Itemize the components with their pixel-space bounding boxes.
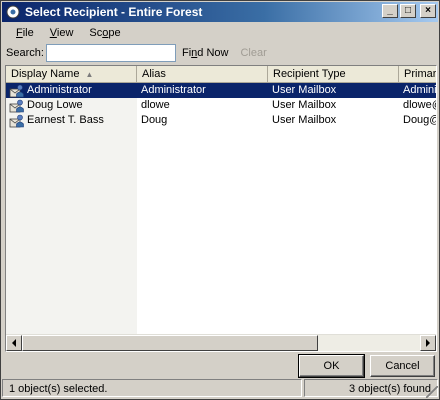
minimize-button[interactable]: _	[382, 4, 398, 18]
alias: dlowe	[141, 99, 170, 111]
scroll-left-button[interactable]	[6, 335, 22, 351]
window-title: Select Recipient - Entire Forest	[25, 5, 203, 19]
status-selected: 1 object(s) selected.	[2, 379, 302, 397]
close-button[interactable]: ×	[420, 4, 436, 18]
select-recipient-icon	[5, 4, 21, 20]
column-header-recipient-type[interactable]: Recipient Type	[268, 66, 399, 83]
menu-file[interactable]: File	[8, 27, 42, 39]
user-mailbox-icon	[9, 84, 24, 97]
status-bar: 1 object(s) selected. 3 object(s) found.	[2, 378, 438, 398]
scroll-track[interactable]	[22, 335, 420, 351]
sort-ascending-icon: ▲	[85, 70, 94, 79]
recipient-type: User Mailbox	[272, 114, 337, 126]
display-name: Administrator	[27, 84, 92, 96]
user-mailbox-icon	[9, 99, 24, 112]
alias: Administrator	[141, 84, 206, 96]
title-bar[interactable]: Select Recipient - Entire Forest _ □ ×	[2, 2, 438, 22]
recipient-list[interactable]: Display Name ▲ Alias Recipient Type Prima…	[5, 65, 437, 352]
recipient-type: User Mailbox	[272, 99, 337, 111]
clear-button[interactable]: Clear	[240, 47, 266, 59]
display-name: Earnest T. Bass	[27, 114, 104, 126]
find-now-button[interactable]: Find Now	[182, 47, 228, 59]
arrow-right-icon	[426, 339, 430, 347]
resize-grip-icon[interactable]	[426, 386, 438, 398]
list-row[interactable]: Administrator Administrator User Mailbox…	[6, 83, 437, 98]
column-header-alias[interactable]: Alias	[137, 66, 268, 83]
horizontal-scrollbar[interactable]	[6, 334, 436, 351]
menu-view[interactable]: View	[42, 27, 82, 39]
user-mailbox-icon	[9, 114, 24, 127]
list-rows: Administrator Administrator User Mailbox…	[6, 83, 437, 128]
recipient-type: User Mailbox	[272, 84, 337, 96]
search-input[interactable]	[46, 44, 176, 62]
cancel-button[interactable]: Cancel	[370, 355, 435, 377]
scroll-thumb[interactable]	[22, 335, 318, 351]
arrow-left-icon	[12, 339, 16, 347]
column-header-primary[interactable]: Primary	[399, 66, 436, 83]
list-header: Display Name ▲ Alias Recipient Type Prima…	[6, 66, 436, 83]
search-bar: Search: Find Now Clear	[2, 43, 438, 63]
primary-address: Doug@	[403, 114, 437, 126]
menu-bar: File View Scope	[2, 23, 438, 42]
column-header-display-name[interactable]: Display Name ▲	[6, 66, 137, 83]
menu-scope[interactable]: Scope	[81, 27, 128, 39]
display-name: Doug Lowe	[27, 99, 83, 111]
list-row[interactable]: Doug Lowe dlowe User Mailbox dlowe@	[6, 98, 436, 113]
status-found: 3 object(s) found.	[304, 379, 438, 397]
scroll-right-button[interactable]	[420, 335, 436, 351]
search-label: Search:	[6, 47, 44, 59]
select-recipient-dialog: Select Recipient - Entire Forest _ □ × F…	[0, 0, 440, 400]
alias: Doug	[141, 114, 168, 126]
list-row[interactable]: Earnest T. Bass Doug User Mailbox Doug@	[6, 113, 437, 128]
maximize-button[interactable]: □	[400, 4, 416, 18]
primary-address: Administ	[403, 84, 437, 96]
primary-address: dlowe@	[403, 99, 436, 111]
ok-button[interactable]: OK	[298, 354, 365, 378]
